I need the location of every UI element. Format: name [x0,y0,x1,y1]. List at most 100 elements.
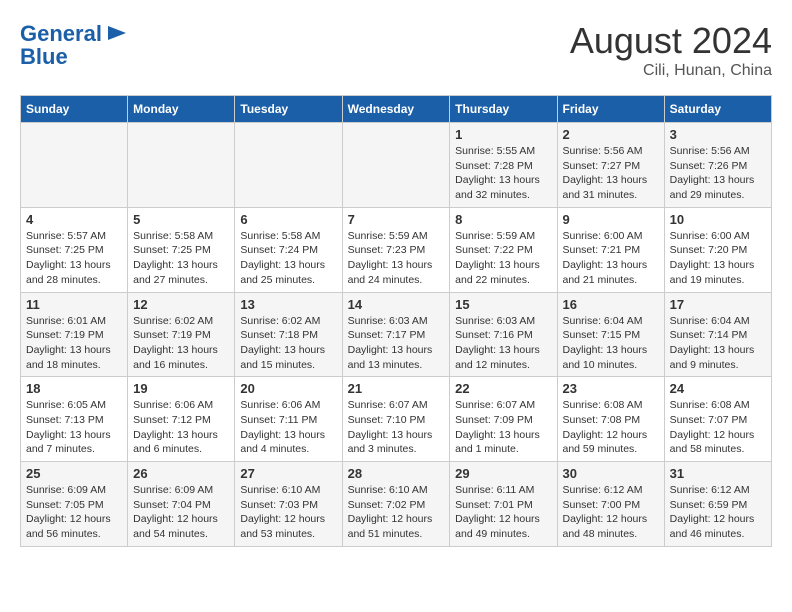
calendar-cell: 25 Sunrise: 6:09 AM Sunset: 7:05 PM Dayli… [21,462,128,547]
day-detail: Sunrise: 5:59 AM Sunset: 7:23 PM Dayligh… [348,229,445,288]
day-number: 9 [563,212,659,227]
day-detail: Sunrise: 6:03 AM Sunset: 7:17 PM Dayligh… [348,314,445,373]
day-number: 23 [563,381,659,396]
day-number: 4 [26,212,122,227]
calendar-cell: 21 Sunrise: 6:07 AM Sunset: 7:10 PM Dayli… [342,377,450,462]
calendar-cell [128,123,235,208]
calendar-cell: 8 Sunrise: 5:59 AM Sunset: 7:22 PM Daylig… [450,207,557,292]
calendar-cell: 24Sunrise: 6:08 AM Sunset: 7:07 PM Dayli… [664,377,771,462]
day-detail: Sunrise: 5:56 AM Sunset: 7:26 PM Dayligh… [670,144,766,203]
day-number: 27 [240,466,336,481]
day-detail: Sunrise: 6:09 AM Sunset: 7:05 PM Dayligh… [26,483,122,542]
calendar-cell: 27 Sunrise: 6:10 AM Sunset: 7:03 PM Dayli… [235,462,342,547]
location-subtitle: Cili, Hunan, China [570,62,772,80]
day-number: 2 [563,127,659,142]
logo: General Blue [20,20,128,69]
day-detail: Sunrise: 6:00 AM Sunset: 7:21 PM Dayligh… [563,229,659,288]
weekday-header-saturday: Saturday [664,96,771,123]
day-number: 25 [26,466,122,481]
day-number: 26 [133,466,229,481]
day-number: 16 [563,297,659,312]
logo-text-blue: Blue [20,45,68,69]
day-number: 14 [348,297,445,312]
day-detail: Sunrise: 6:06 AM Sunset: 7:12 PM Dayligh… [133,398,229,457]
calendar-cell: 19 Sunrise: 6:06 AM Sunset: 7:12 PM Dayli… [128,377,235,462]
day-detail: Sunrise: 6:08 AM Sunset: 7:08 PM Dayligh… [563,398,659,457]
day-number: 8 [455,212,551,227]
weekday-header-thursday: Thursday [450,96,557,123]
calendar-table: SundayMondayTuesdayWednesdayThursdayFrid… [20,95,772,547]
day-number: 30 [563,466,659,481]
calendar-cell: 10 Sunrise: 6:00 AM Sunset: 7:20 PM Dayli… [664,207,771,292]
day-number: 12 [133,297,229,312]
day-detail: Sunrise: 6:09 AM Sunset: 7:04 PM Dayligh… [133,483,229,542]
calendar-cell: 22 Sunrise: 6:07 AM Sunset: 7:09 PM Dayli… [450,377,557,462]
day-number: 21 [348,381,445,396]
day-detail: Sunrise: 5:55 AM Sunset: 7:28 PM Dayligh… [455,144,551,203]
calendar-cell: 23 Sunrise: 6:08 AM Sunset: 7:08 PM Dayli… [557,377,664,462]
day-detail: Sunrise: 6:04 AM Sunset: 7:14 PM Dayligh… [670,314,766,373]
day-detail: Sunrise: 6:12 AM Sunset: 7:00 PM Dayligh… [563,483,659,542]
calendar-cell: 20Sunrise: 6:06 AM Sunset: 7:11 PM Dayli… [235,377,342,462]
weekday-header-tuesday: Tuesday [235,96,342,123]
weekday-header-wednesday: Wednesday [342,96,450,123]
calendar-cell [342,123,450,208]
page-header: General Blue August 2024 Cili, Hunan, Ch… [20,20,772,80]
day-number: 31 [670,466,766,481]
calendar-cell: 29Sunrise: 6:11 AM Sunset: 7:01 PM Dayli… [450,462,557,547]
day-detail: Sunrise: 6:00 AM Sunset: 7:20 PM Dayligh… [670,229,766,288]
calendar-cell: 12 Sunrise: 6:02 AM Sunset: 7:19 PM Dayli… [128,292,235,377]
calendar-cell: 15 Sunrise: 6:03 AM Sunset: 7:16 PM Dayli… [450,292,557,377]
day-detail: Sunrise: 5:58 AM Sunset: 7:25 PM Dayligh… [133,229,229,288]
calendar-cell: 1Sunrise: 5:55 AM Sunset: 7:28 PM Daylig… [450,123,557,208]
day-detail: Sunrise: 6:04 AM Sunset: 7:15 PM Dayligh… [563,314,659,373]
day-detail: Sunrise: 6:03 AM Sunset: 7:16 PM Dayligh… [455,314,551,373]
calendar-cell [235,123,342,208]
title-block: August 2024 Cili, Hunan, China [570,20,772,80]
day-detail: Sunrise: 6:02 AM Sunset: 7:18 PM Dayligh… [240,314,336,373]
calendar-cell: 26 Sunrise: 6:09 AM Sunset: 7:04 PM Dayli… [128,462,235,547]
day-detail: Sunrise: 5:57 AM Sunset: 7:25 PM Dayligh… [26,229,122,288]
day-number: 18 [26,381,122,396]
day-number: 13 [240,297,336,312]
day-number: 15 [455,297,551,312]
day-number: 22 [455,381,551,396]
calendar-cell: 3 Sunrise: 5:56 AM Sunset: 7:26 PM Daylig… [664,123,771,208]
weekday-header-monday: Monday [128,96,235,123]
day-detail: Sunrise: 6:02 AM Sunset: 7:19 PM Dayligh… [133,314,229,373]
calendar-cell: 11 Sunrise: 6:01 AM Sunset: 7:19 PM Dayli… [21,292,128,377]
calendar-cell: 2Sunrise: 5:56 AM Sunset: 7:27 PM Daylig… [557,123,664,208]
calendar-cell: 14 Sunrise: 6:03 AM Sunset: 7:17 PM Dayli… [342,292,450,377]
day-detail: Sunrise: 5:58 AM Sunset: 7:24 PM Dayligh… [240,229,336,288]
calendar-cell [21,123,128,208]
day-detail: Sunrise: 6:07 AM Sunset: 7:10 PM Dayligh… [348,398,445,457]
day-detail: Sunrise: 6:10 AM Sunset: 7:03 PM Dayligh… [240,483,336,542]
calendar-cell: 16 Sunrise: 6:04 AM Sunset: 7:15 PM Dayli… [557,292,664,377]
logo-text-general: General [20,22,102,46]
weekday-header-sunday: Sunday [21,96,128,123]
day-number: 29 [455,466,551,481]
day-detail: Sunrise: 6:12 AM Sunset: 6:59 PM Dayligh… [670,483,766,542]
day-number: 28 [348,466,445,481]
calendar-cell: 6Sunrise: 5:58 AM Sunset: 7:24 PM Daylig… [235,207,342,292]
calendar-cell: 31 Sunrise: 6:12 AM Sunset: 6:59 PM Dayli… [664,462,771,547]
calendar-cell: 18 Sunrise: 6:05 AM Sunset: 7:13 PM Dayli… [21,377,128,462]
calendar-cell: 28 Sunrise: 6:10 AM Sunset: 7:02 PM Dayli… [342,462,450,547]
day-detail: Sunrise: 6:10 AM Sunset: 7:02 PM Dayligh… [348,483,445,542]
logo-arrow-icon [106,22,128,44]
day-number: 11 [26,297,122,312]
day-number: 24 [670,381,766,396]
day-detail: Sunrise: 6:01 AM Sunset: 7:19 PM Dayligh… [26,314,122,373]
day-detail: Sunrise: 6:05 AM Sunset: 7:13 PM Dayligh… [26,398,122,457]
day-number: 19 [133,381,229,396]
day-number: 3 [670,127,766,142]
calendar-cell: 9 Sunrise: 6:00 AM Sunset: 7:21 PM Daylig… [557,207,664,292]
day-detail: Sunrise: 6:07 AM Sunset: 7:09 PM Dayligh… [455,398,551,457]
weekday-header-friday: Friday [557,96,664,123]
day-number: 7 [348,212,445,227]
day-number: 5 [133,212,229,227]
month-title: August 2024 [570,20,772,62]
day-number: 17 [670,297,766,312]
day-number: 10 [670,212,766,227]
day-detail: Sunrise: 5:59 AM Sunset: 7:22 PM Dayligh… [455,229,551,288]
